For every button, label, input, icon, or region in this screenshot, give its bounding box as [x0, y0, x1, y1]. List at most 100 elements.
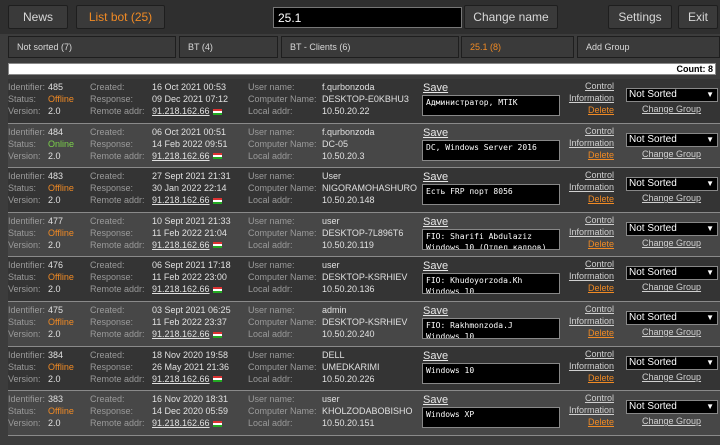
remote-ip-link[interactable]: 91.218.162.66	[152, 329, 210, 339]
information-link[interactable]: Information	[568, 271, 614, 281]
remote-ip-link[interactable]: 91.218.162.66	[152, 418, 210, 428]
tab-not-sorted[interactable]: Not sorted (7)	[8, 36, 176, 58]
save-link[interactable]: Save	[423, 171, 448, 183]
group-select[interactable]: Not Sorted ▼	[626, 400, 718, 415]
delete-link[interactable]: Delete	[568, 194, 614, 204]
remote-addr-value[interactable]: 91.218.162.66	[152, 418, 222, 428]
note-field[interactable]: FIO: Khudoyorzoda.Kh Windows 10	[422, 273, 560, 295]
identifier-label: Identifier:	[8, 171, 46, 182]
group-select[interactable]: Not Sorted ▼	[626, 310, 718, 325]
group-select[interactable]: Not Sorted ▼	[626, 177, 718, 192]
group-select[interactable]: Not Sorted ▼	[626, 355, 718, 370]
remote-ip-link[interactable]: 91.218.162.66	[152, 106, 210, 116]
remote-addr-value[interactable]: 91.218.162.66	[152, 284, 222, 294]
change-group-link[interactable]: Change Group	[642, 149, 701, 159]
user-name-label: User name:	[248, 215, 295, 226]
control-link[interactable]: Control	[568, 349, 614, 359]
control-link[interactable]: Control	[568, 304, 614, 314]
group-select[interactable]: Not Sorted ▼	[626, 88, 718, 102]
information-link[interactable]: Information	[568, 361, 614, 371]
identifier-label: Identifier:	[8, 260, 46, 271]
note-field[interactable]: FIO: Rakhmonzoda.J Windows 10	[422, 317, 560, 339]
created-value: 06 Sept 2021 17:18	[152, 260, 231, 271]
delete-link[interactable]: Delete	[568, 373, 614, 383]
group-select[interactable]: Not Sorted ▼	[626, 221, 718, 236]
control-link[interactable]: Control	[568, 215, 614, 225]
information-link[interactable]: Information	[568, 227, 614, 237]
delete-link[interactable]: Delete	[568, 105, 614, 115]
remote-ip-link[interactable]: 91.218.162.66	[152, 284, 210, 294]
control-link[interactable]: Control	[568, 170, 614, 180]
tab-add-group[interactable]: Add Group	[577, 36, 720, 58]
list-bot-button[interactable]: List bot (25)	[76, 5, 165, 29]
tab-25-1[interactable]: 25.1 (8)	[461, 36, 574, 58]
settings-button[interactable]: Settings	[608, 5, 672, 29]
group-select[interactable]: Not Sorted ▼	[626, 266, 718, 281]
save-link[interactable]: Save	[423, 127, 448, 139]
delete-link[interactable]: Delete	[568, 239, 614, 249]
version-value: 2.0	[48, 239, 61, 250]
information-link[interactable]: Information	[568, 316, 614, 326]
information-link[interactable]: Information	[568, 182, 614, 192]
note-field[interactable]: Windows 10	[422, 362, 560, 384]
save-link[interactable]: Save	[423, 216, 448, 228]
group-select[interactable]: Not Sorted ▼	[626, 132, 718, 147]
remote-addr-value[interactable]: 91.218.162.66	[152, 151, 222, 161]
remote-addr-label: Remote addr:	[90, 150, 145, 161]
remote-addr-value[interactable]: 91.218.162.66	[152, 329, 222, 339]
delete-link[interactable]: Delete	[568, 417, 614, 427]
note-field[interactable]: Есть FRP порт 8056	[422, 184, 560, 206]
news-button[interactable]: News	[8, 5, 68, 29]
local-addr-value: 10.50.20.151	[322, 418, 375, 429]
change-group-link[interactable]: Change Group	[642, 193, 701, 203]
response-label: Response:	[90, 406, 134, 417]
save-link[interactable]: Save	[423, 350, 448, 362]
remote-addr-value[interactable]: 91.218.162.66	[152, 374, 222, 384]
remote-ip-link[interactable]: 91.218.162.66	[152, 374, 210, 384]
tab-bt-clients[interactable]: BT - Clients (6)	[281, 36, 459, 58]
control-link[interactable]: Control	[568, 81, 614, 91]
tab-bt[interactable]: BT (4)	[179, 36, 278, 58]
control-link[interactable]: Control	[568, 259, 614, 269]
remote-addr-value[interactable]: 91.218.162.66	[152, 106, 222, 116]
search-input[interactable]	[273, 7, 462, 28]
remote-ip-link[interactable]: 91.218.162.66	[152, 195, 210, 205]
status-value: Offline	[48, 227, 74, 238]
note-field[interactable]: Администратор, МТІК	[422, 95, 560, 116]
note-field[interactable]: DC, Windows Server 2016	[422, 139, 560, 161]
change-group-link[interactable]: Change Group	[642, 327, 701, 337]
change-group-link[interactable]: Change Group	[642, 282, 701, 292]
status-label: Status:	[8, 406, 37, 417]
note-field[interactable]: Windows XP	[422, 407, 560, 429]
save-link[interactable]: Save	[423, 82, 448, 94]
delete-link[interactable]: Delete	[568, 283, 614, 293]
change-group-link[interactable]: Change Group	[642, 104, 701, 114]
control-link[interactable]: Control	[568, 393, 614, 403]
user-name-value: user	[322, 394, 340, 405]
user-name-value: admin	[322, 304, 347, 315]
user-name-value: DELL	[322, 349, 345, 360]
change-name-button[interactable]: Change name	[464, 5, 558, 29]
remote-ip-link[interactable]: 91.218.162.66	[152, 151, 210, 161]
change-group-link[interactable]: Change Group	[642, 372, 701, 382]
version-label: Version:	[8, 150, 41, 161]
note-field[interactable]: FIO: Sharifi Abdulaziz Windows 10 (Отдел…	[422, 228, 560, 250]
delete-link[interactable]: Delete	[568, 328, 614, 338]
change-group-link[interactable]: Change Group	[642, 416, 701, 426]
information-link[interactable]: Information	[568, 405, 614, 415]
information-link[interactable]: Information	[568, 138, 614, 148]
change-group-link[interactable]: Change Group	[642, 238, 701, 248]
exit-button[interactable]: Exit	[678, 5, 718, 29]
computer-name-value: DESKTOP-7L896T6	[322, 227, 404, 238]
remote-addr-value[interactable]: 91.218.162.66	[152, 240, 222, 250]
remote-addr-value[interactable]: 91.218.162.66	[152, 195, 222, 205]
delete-link[interactable]: Delete	[568, 150, 614, 160]
save-link[interactable]: Save	[423, 260, 448, 272]
save-link[interactable]: Save	[423, 394, 448, 406]
local-addr-value: 10.50.20.3	[322, 150, 365, 161]
information-link[interactable]: Information	[568, 93, 614, 103]
identifier-value: 485	[48, 82, 64, 92]
remote-ip-link[interactable]: 91.218.162.66	[152, 240, 210, 250]
save-link[interactable]: Save	[423, 305, 448, 317]
control-link[interactable]: Control	[568, 126, 614, 136]
